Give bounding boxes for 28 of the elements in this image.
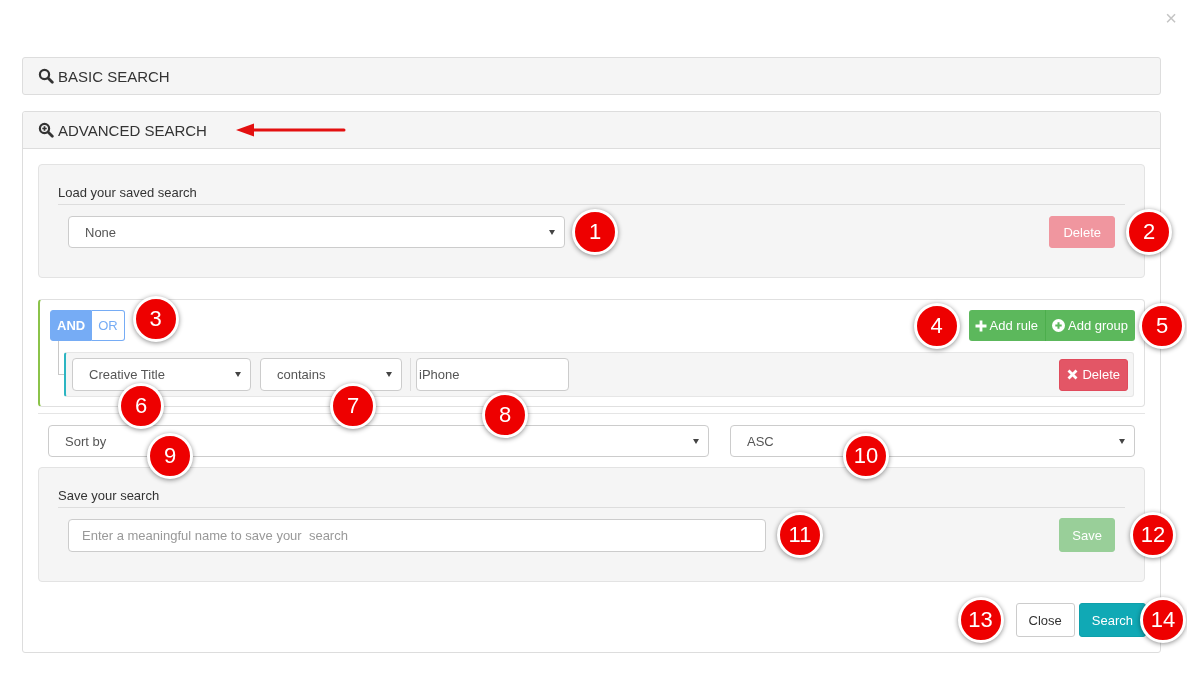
caret-icon xyxy=(693,438,699,444)
plus-circle-icon xyxy=(1052,319,1065,332)
callout-number: 5 xyxy=(1139,302,1185,349)
caret-icon xyxy=(386,372,392,377)
callout-number: 14 xyxy=(1140,597,1186,643)
plus-icon xyxy=(974,319,987,332)
cross-icon xyxy=(1067,369,1079,380)
callout-number: 12 xyxy=(1130,512,1176,558)
value-input[interactable]: iPhone xyxy=(416,358,569,391)
caret-icon xyxy=(235,372,241,377)
caret-icon xyxy=(1119,438,1125,444)
section-label: Save your search xyxy=(58,487,160,505)
advanced-search-header[interactable]: ADVANCED SEARCH xyxy=(23,112,1160,149)
operator-select[interactable]: contains xyxy=(260,358,402,391)
close-dialog-button[interactable]: Close xyxy=(1015,603,1075,637)
callout-number: 11 xyxy=(777,512,823,558)
zoom-in-icon xyxy=(38,122,54,138)
search-name-input[interactable]: Enter a meaningful name to save your search xyxy=(68,518,766,552)
delete-button[interactable]: Delete xyxy=(1059,358,1128,391)
basic-search-header[interactable]: BASIC SEARCH xyxy=(22,57,1161,95)
section-label: Load your saved search xyxy=(58,184,197,202)
field-select[interactable]: Creative Title xyxy=(72,358,251,391)
search-icon xyxy=(38,68,54,84)
callout-number: 8 xyxy=(482,392,528,438)
caret-icon xyxy=(549,229,555,235)
callout-number: 2 xyxy=(1126,209,1172,255)
callout-number: 1 xyxy=(572,209,618,255)
saved-search-select[interactable]: None xyxy=(68,216,565,248)
